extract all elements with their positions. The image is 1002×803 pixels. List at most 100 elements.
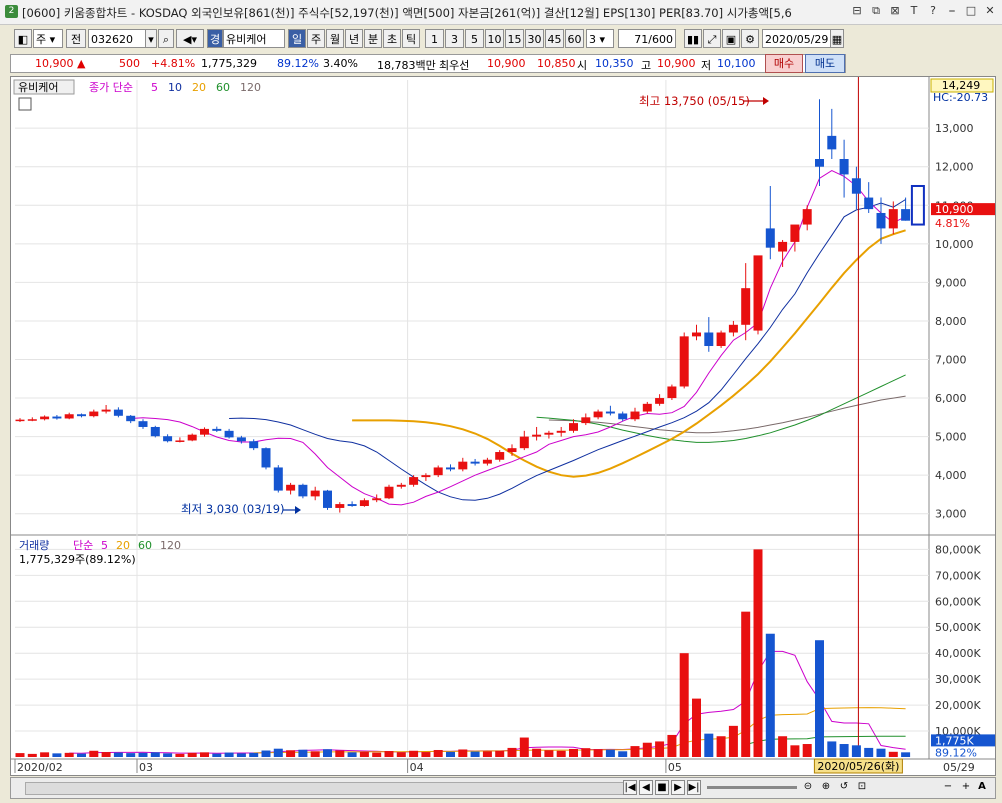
back-button[interactable]: ◀ <box>639 780 653 795</box>
quote-bar: 10,900 ▲ 500 +4.81% 1,775,329 89.12% 3.4… <box>10 54 846 73</box>
volume-bar <box>728 725 738 757</box>
candle-body <box>396 484 406 487</box>
horizontal-scrollbar[interactable] <box>25 782 627 795</box>
volume-bar <box>692 698 701 757</box>
volume-bar <box>458 749 468 757</box>
minute-15[interactable]: 15 <box>505 29 524 48</box>
ma-legend-60: 60 <box>216 81 230 94</box>
candle-type-icon[interactable]: ▮▮ <box>684 29 702 48</box>
font-larger-icon[interactable]: + <box>959 780 973 795</box>
volume-bar <box>778 736 788 757</box>
candle-body <box>728 324 738 333</box>
candle-body <box>556 430 566 433</box>
open-label: 시 <box>577 59 588 72</box>
window-button-1[interactable]: ⧉ <box>868 3 884 19</box>
font-smaller-icon[interactable]: − <box>941 780 955 795</box>
sell-button[interactable]: 매도 <box>805 54 845 73</box>
speaker-icon[interactable]: ◀▾ <box>176 29 204 48</box>
timeframe-6[interactable]: 틱 <box>402 29 420 48</box>
minute-60[interactable]: 60 <box>565 29 584 48</box>
period-select[interactable]: 주 ▾ <box>33 29 63 48</box>
first-button[interactable]: |◀ <box>623 780 637 795</box>
minute-45[interactable]: 45 <box>545 29 564 48</box>
prev-button[interactable]: 전 <box>66 29 86 48</box>
volume-bar <box>236 753 246 757</box>
timeframe-4[interactable]: 분 <box>364 29 382 48</box>
grid-toggle-icon <box>18 97 32 111</box>
volume-tick-label: 20,000K <box>935 699 981 712</box>
timeframe-2[interactable]: 월 <box>326 29 344 48</box>
layout-icon[interactable]: ◧ <box>14 29 32 48</box>
date-input[interactable]: 2020/05/29 <box>762 29 832 48</box>
fit-icon[interactable]: ⊡ <box>855 780 869 795</box>
gear-icon[interactable]: ⚙ <box>741 29 759 48</box>
candle-body <box>839 159 849 175</box>
candle-body <box>692 332 701 337</box>
minute-select[interactable]: 3 ▾ <box>586 29 614 48</box>
volume-bar <box>187 752 197 757</box>
save-icon[interactable]: ▣ <box>722 29 740 48</box>
hc-value: HC:-20.73 <box>933 91 988 104</box>
price-tick-label: 12,000 <box>935 161 974 174</box>
minute-5[interactable]: 5 <box>465 29 484 48</box>
buy-button[interactable]: 매수 <box>765 54 803 73</box>
volume-bar <box>716 736 726 757</box>
window-button-7[interactable]: ✕ <box>982 3 998 19</box>
volume-bar <box>642 742 652 757</box>
timeframe-5[interactable]: 초 <box>383 29 401 48</box>
volume-bar <box>593 749 603 757</box>
zoom-in-icon[interactable]: ⊕ <box>819 780 833 795</box>
volume-bar <box>667 734 677 757</box>
timeframe-1[interactable]: 주 <box>307 29 325 48</box>
volume-tick-label: 70,000K <box>935 569 981 582</box>
indicator-icon[interactable]: ⤢ <box>703 29 721 48</box>
price-tick-label: 8,000 <box>935 315 967 328</box>
change-percent: +4.81% <box>151 57 196 70</box>
high-label: 고 <box>641 59 652 72</box>
volume-bar <box>901 752 911 757</box>
last-button[interactable]: ▶| <box>687 780 701 795</box>
window-button-2[interactable]: ⊠ <box>887 3 903 19</box>
font-icon[interactable]: A <box>975 780 989 795</box>
minute-3[interactable]: 3 <box>445 29 464 48</box>
chart-area[interactable]: 13,00012,00011,00010,0009,0008,0007,0006… <box>10 76 996 776</box>
forward-button[interactable]: ▶ <box>671 780 685 795</box>
window-button-3[interactable]: T <box>906 3 922 19</box>
volume-bar <box>519 737 529 757</box>
candle-body <box>89 411 99 417</box>
volume-ma-legend-20: 20 <box>116 539 130 552</box>
zoom-out-icon[interactable]: ⊝ <box>801 780 815 795</box>
volume-bar <box>175 753 185 757</box>
price-tick-label: 6,000 <box>935 392 967 405</box>
window-button-5[interactable]: ⎯ <box>944 3 960 19</box>
timeframe-3[interactable]: 년 <box>345 29 363 48</box>
volume-bar <box>27 753 37 757</box>
trade-amount: 18,783백만 <box>377 59 436 72</box>
minute-30[interactable]: 30 <box>525 29 544 48</box>
price-tick-label: 7,000 <box>935 353 967 366</box>
volume-bar <box>704 733 714 757</box>
minute-1[interactable]: 1 <box>425 29 444 48</box>
code-dropdown-icon[interactable]: ▾ <box>145 29 157 48</box>
minute-10[interactable]: 10 <box>485 29 504 48</box>
volume-bar <box>273 748 283 757</box>
price-volume-chart[interactable]: 13,00012,00011,00010,0009,0008,0007,0006… <box>11 77 995 775</box>
volume-bar <box>544 750 554 757</box>
timeframe-0[interactable]: 일 <box>288 29 306 48</box>
code-input[interactable]: 032620 <box>88 29 146 48</box>
stop-button[interactable]: ■ <box>655 780 669 795</box>
volume-bar <box>335 750 345 757</box>
window-button-6[interactable]: □ <box>963 3 979 19</box>
candle-body <box>458 461 468 470</box>
window-button-4[interactable]: ? <box>925 3 941 19</box>
candle-body <box>495 452 505 460</box>
window-button-0[interactable]: ⊟ <box>849 3 865 19</box>
candle-body <box>864 197 874 210</box>
zoom-slider[interactable] <box>707 786 797 789</box>
search-icon[interactable]: ⌕ <box>158 29 174 48</box>
candle-body <box>421 475 431 478</box>
candle-body <box>273 467 283 491</box>
count-input[interactable]: 71/600 <box>618 29 676 48</box>
calendar-icon[interactable]: ▦ <box>830 29 844 48</box>
reset-icon[interactable]: ↺ <box>837 780 851 795</box>
